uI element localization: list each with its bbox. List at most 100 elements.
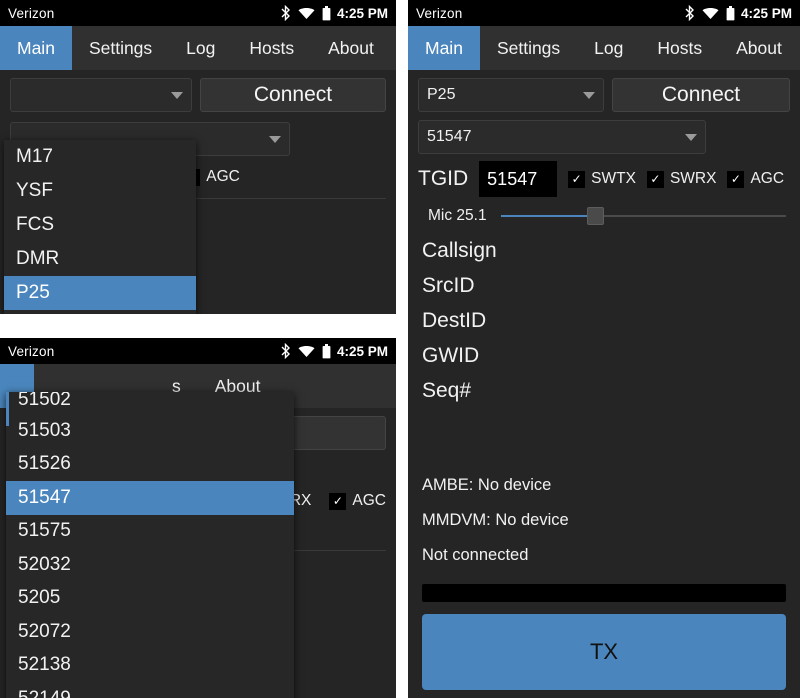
dropdown-option[interactable]: DMR	[4, 242, 196, 276]
bluetooth-icon	[684, 5, 695, 21]
dropdown-option-selected[interactable]: P25	[4, 276, 196, 310]
dropdown-option[interactable]: 52149	[6, 682, 294, 698]
clock-label: 4:25 PM	[336, 343, 388, 359]
mode-spinner[interactable]	[10, 78, 192, 112]
tx-button[interactable]: TX	[422, 614, 786, 690]
dropdown-option[interactable]: FCS	[4, 208, 196, 242]
dropdown-option[interactable]: 52138	[6, 649, 294, 683]
carrier-label: Verizon	[416, 5, 463, 21]
status-bar: Verizon 4:25 PM	[408, 0, 800, 26]
dropdown-option[interactable]: 52032	[6, 548, 294, 582]
connect-button[interactable]: Connect	[612, 78, 790, 112]
dropdown-option[interactable]: M17	[4, 140, 196, 174]
status-bar: Verizon 4:25 PM	[0, 0, 396, 26]
mic-gain-slider[interactable]	[500, 207, 786, 225]
connection-status: Not connected	[422, 546, 529, 564]
progress-row	[408, 579, 800, 602]
mode-dropdown-popup[interactable]: M17 YSF FCS DMR P25 NXDN REF	[4, 140, 196, 314]
scroll-indicator	[6, 392, 9, 426]
carrier-label: Verizon	[8, 5, 55, 21]
chevron-down-icon	[269, 135, 281, 143]
destid-label: DestID	[422, 309, 487, 332]
wifi-icon	[702, 7, 719, 20]
checkbox-agc[interactable]: ✓ AGC	[727, 170, 784, 188]
clock-label: 4:25 PM	[336, 5, 388, 21]
dropdown-option-selected[interactable]: 51547	[6, 481, 294, 515]
srcid-label: SrcID	[422, 274, 475, 297]
dropdown-option[interactable]: YSF	[4, 174, 196, 208]
battery-icon	[726, 5, 735, 21]
screenshot-panel-top-left: Verizon 4:25 PM Main Settings Log Hosts …	[0, 0, 396, 314]
system-icons	[684, 5, 735, 21]
mic-gain-row: Mic 25.1	[408, 197, 800, 225]
screenshot-panel-right: Verizon 4:25 PM Main Settings Log Hosts …	[408, 0, 800, 698]
level-progress-bar	[422, 584, 786, 602]
mic-gain-slider-fill	[500, 215, 595, 217]
dropdown-option[interactable]: 52072	[6, 615, 294, 649]
host-spinner[interactable]: 51547	[418, 120, 706, 154]
chevron-down-icon	[171, 91, 183, 99]
tab-hosts[interactable]: Hosts	[640, 26, 719, 70]
seq-label: Seq#	[422, 379, 472, 402]
tab-settings[interactable]: Settings	[480, 26, 577, 70]
check-icon: ✓	[646, 170, 664, 188]
ambe-status: AMBE: No device	[422, 476, 552, 494]
battery-icon	[322, 343, 331, 359]
tab-bar: Main Settings Log Hosts About	[408, 26, 800, 70]
host-row: 51547	[408, 112, 800, 154]
mic-gain-slider-thumb[interactable]	[586, 207, 604, 225]
tab-main[interactable]: Main	[408, 26, 480, 70]
dropdown-option[interactable]: 51526	[6, 448, 294, 482]
bluetooth-icon	[280, 343, 291, 359]
callsign-label: Callsign	[422, 239, 497, 262]
wifi-icon	[298, 345, 315, 358]
dropdown-option[interactable]: 51502	[6, 392, 294, 414]
tgid-row: TGID 51547 ✓ SWTX ✓ SWRX ✓ AGC	[408, 154, 800, 197]
mmdvm-status: MMDVM: No device	[422, 511, 569, 529]
checkbox-swtx[interactable]: ✓ SWTX	[568, 170, 636, 188]
dropdown-option[interactable]: NXDN	[4, 310, 196, 314]
main-content: s About nect RX ✓ AGC 51502 51503 51526 …	[0, 364, 396, 698]
tx-row: TX	[408, 602, 800, 690]
tgid-label: TGID	[418, 167, 469, 190]
main-content: P25 Connect 51547 TGID 51547 ✓ SWTX ✓ SW…	[408, 70, 800, 698]
dropdown-option[interactable]: 51503	[6, 414, 294, 448]
tab-settings[interactable]: Settings	[72, 26, 169, 70]
connect-button[interactable]: Connect	[200, 78, 386, 112]
carrier-label: Verizon	[8, 343, 55, 359]
tab-main[interactable]: Main	[0, 26, 72, 70]
dropdown-option[interactable]: 51575	[6, 515, 294, 549]
dropdown-option[interactable]: 5205	[6, 582, 294, 616]
tab-about[interactable]: About	[311, 26, 391, 70]
checkbox-agc[interactable]: ✓ AGC	[329, 492, 386, 510]
chevron-down-icon	[685, 133, 697, 141]
tab-bar: Main Settings Log Hosts About	[0, 26, 396, 70]
tab-hosts[interactable]: Hosts	[232, 26, 311, 70]
system-icons	[280, 5, 331, 21]
screenshot-panel-bottom-left: Verizon 4:25 PM s About nect	[0, 338, 396, 698]
clock-label: 4:25 PM	[740, 5, 792, 21]
checkbox-swrx[interactable]: ✓ SWRX	[646, 170, 716, 188]
bluetooth-icon	[280, 5, 291, 21]
info-fields: Callsign SrcID DestID GWID Seq#	[408, 225, 800, 414]
battery-icon	[322, 5, 331, 21]
mode-connect-row: P25 Connect	[408, 70, 800, 112]
status-bar: Verizon 4:25 PM	[0, 338, 396, 364]
mode-connect-row: Connect	[0, 70, 396, 112]
chevron-down-icon	[583, 91, 595, 99]
main-content: Connect ✓ SWTX ✓ SWRX ✓ AGC	[0, 70, 396, 314]
check-icon: ✓	[568, 170, 586, 188]
tab-log[interactable]: Log	[577, 26, 640, 70]
check-icon: ✓	[329, 492, 347, 510]
status-section: AMBE: No device MMDVM: No device Not con…	[408, 414, 800, 579]
gwid-label: GWID	[422, 344, 480, 367]
mic-gain-label: Mic 25.1	[428, 207, 487, 224]
check-icon: ✓	[727, 170, 745, 188]
host-dropdown-popup[interactable]: 51502 51503 51526 51547 51575 52032 5205…	[6, 392, 294, 698]
tab-about[interactable]: About	[719, 26, 799, 70]
mode-spinner[interactable]: P25	[418, 78, 604, 112]
wifi-icon	[298, 7, 315, 20]
system-icons	[280, 343, 331, 359]
tab-log[interactable]: Log	[169, 26, 232, 70]
tgid-input[interactable]: 51547	[479, 161, 558, 197]
